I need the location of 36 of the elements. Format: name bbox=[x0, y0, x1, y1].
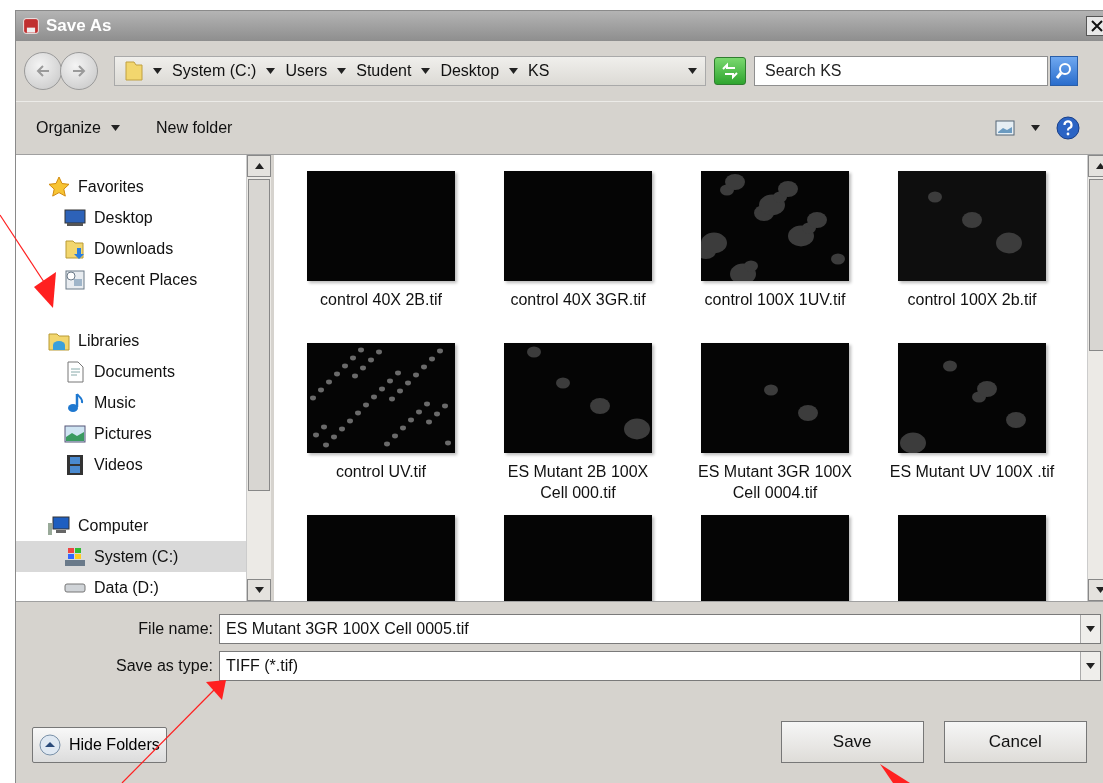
navigation-item[interactable]: Videos bbox=[16, 449, 246, 480]
file-name-label: control 100X 2b.tif bbox=[906, 290, 1038, 310]
breadcrumb[interactable]: Student bbox=[354, 62, 414, 80]
window-title: Save As bbox=[46, 16, 113, 36]
organize-menu[interactable]: Organize bbox=[36, 115, 120, 141]
navigation-item[interactable]: System (C:) bbox=[16, 541, 246, 572]
navigation-item[interactable]: Pictures bbox=[16, 418, 246, 449]
breadcrumb[interactable]: KS bbox=[526, 62, 552, 80]
hide-folders-button[interactable]: Hide Folders bbox=[32, 727, 167, 763]
navigation-item[interactable]: Documents bbox=[16, 356, 246, 387]
field-label: Save as type: bbox=[115, 657, 213, 675]
breadcrumb[interactable]: Users bbox=[283, 62, 330, 80]
navigation-item[interactable]: Libraries bbox=[16, 325, 246, 356]
navigation-item[interactable]: Data (D:) bbox=[16, 572, 246, 601]
file-name-label: ES Mutant UV 100X .tif bbox=[888, 462, 1056, 482]
new-folder-button[interactable]: New folder bbox=[155, 115, 233, 141]
file-name-label: control 40X 2B.tif bbox=[319, 290, 443, 310]
file-name-label: control 40X 3GR.tif bbox=[509, 290, 647, 310]
navigation-item[interactable]: Favorites bbox=[16, 171, 246, 202]
navigation-item[interactable]: Computer bbox=[16, 510, 246, 541]
field-label: File name: bbox=[137, 620, 213, 638]
cancel-button[interactable]: Cancel bbox=[943, 721, 1087, 763]
navigation-item[interactable]: Desktop bbox=[16, 202, 246, 233]
breadcrumb[interactable]: Desktop bbox=[438, 62, 502, 80]
save-type-dropdown[interactable]: TIFF (*.tif) bbox=[219, 651, 1101, 681]
save-button[interactable]: Save bbox=[780, 721, 924, 763]
file-name-label: control 100X 1UV.tif bbox=[703, 290, 847, 310]
navigation-item[interactable]: Recent Places bbox=[16, 264, 246, 295]
file-name-label: ES Mutant 3GR 100X Cell 0004.tif bbox=[697, 462, 853, 503]
breadcrumb[interactable]: System (C:) bbox=[170, 62, 259, 80]
file-name-label: ES Mutant 2B 100X Cell 000.tif bbox=[506, 462, 650, 503]
navigation-item[interactable]: Music bbox=[16, 387, 246, 418]
search-field[interactable]: Search KS bbox=[754, 56, 1048, 86]
navigation-item[interactable]: Downloads bbox=[16, 233, 246, 264]
address-bar[interactable]: System (C:) Users Student Desktop KS bbox=[114, 56, 706, 86]
file-name-label: control UV.tif bbox=[334, 462, 428, 482]
